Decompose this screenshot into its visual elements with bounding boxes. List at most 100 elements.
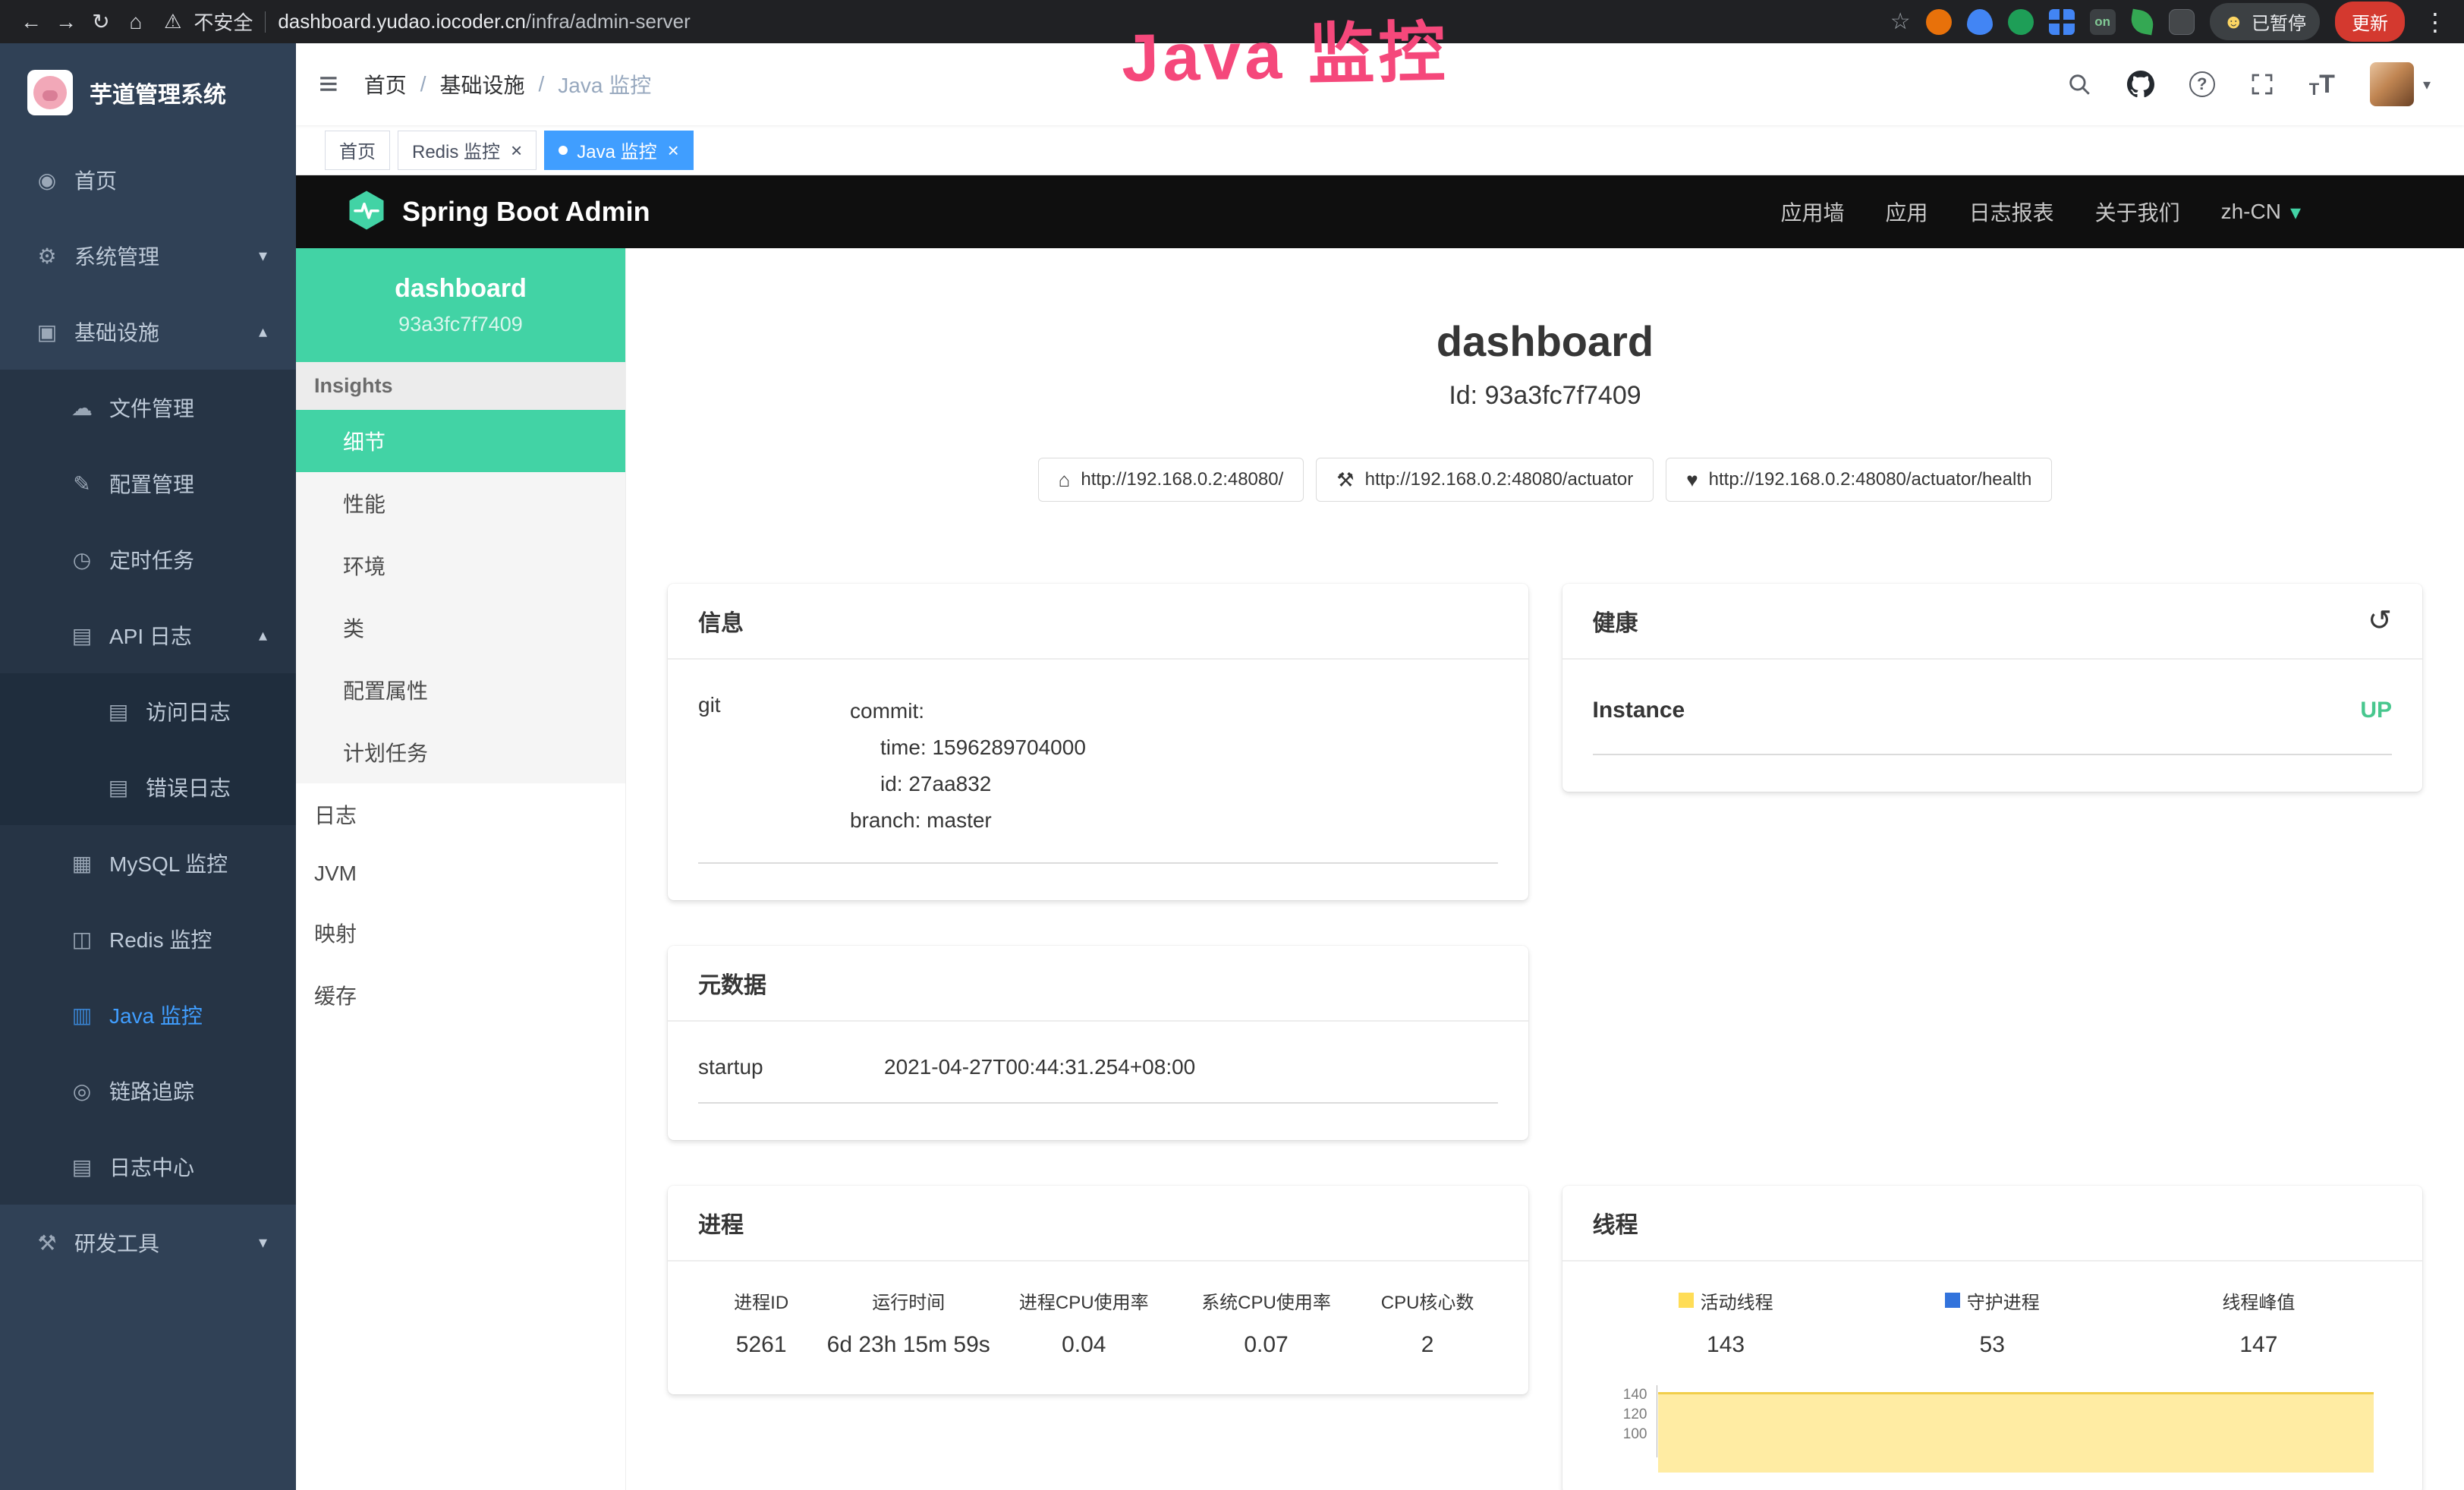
sba-menu-scheduled-tasks[interactable]: 计划任务 — [296, 721, 625, 783]
browser-home-button[interactable]: ⌂ — [118, 10, 153, 34]
pig-logo-icon — [33, 76, 67, 109]
sba-menu-jvm[interactable]: JVM — [296, 846, 625, 902]
address-divider — [265, 11, 266, 33]
cloud-icon: ☁ — [65, 395, 99, 421]
breadcrumb-infrastructure[interactable]: 基础设施 — [439, 69, 524, 99]
chevron-down-icon: ▾ — [259, 1233, 267, 1252]
extensions-puzzle-icon[interactable] — [2169, 9, 2195, 35]
help-icon[interactable]: ? — [2189, 71, 2215, 97]
app-window: 芋道管理系统 ◉ 首页 ⚙ 系统管理 ▾ ▣ 基础设施 ▴ ☁ 文件管理 ✎ — [0, 43, 2464, 1490]
font-size-icon[interactable]: TT — [2309, 70, 2335, 99]
sidebar-item-dev-tools[interactable]: ⚒ 研发工具 ▾ — [0, 1205, 296, 1281]
hamburger-icon[interactable]: ≡ — [319, 68, 338, 101]
sba-menu-logs[interactable]: 日志 — [296, 783, 625, 846]
paused-badge[interactable]: ☻ 已暂停 — [2210, 3, 2320, 40]
bookmark-star-icon[interactable]: ☆ — [1890, 8, 1911, 35]
sidebar-item-redis-monitor[interactable]: ◫ Redis 监控 — [0, 901, 296, 977]
sba-menu-details[interactable]: 细节 — [296, 410, 625, 472]
browser-menu-icon[interactable]: ⋮ — [2420, 8, 2450, 36]
browser-reload-button[interactable]: ↻ — [83, 9, 118, 34]
sidebar-item-access-logs[interactable]: ▤ 访问日志 — [0, 673, 296, 749]
sidebar-item-home[interactable]: ◉ 首页 — [0, 142, 296, 218]
browser-forward-button[interactable]: → — [49, 10, 83, 34]
avatar — [2370, 62, 2414, 106]
document-icon: ▤ — [102, 775, 135, 800]
metadata-card-title: 元数据 — [668, 946, 1528, 1022]
sba-menu-group-label: Insights — [296, 362, 625, 410]
sba-menu-metrics[interactable]: 性能 — [296, 472, 625, 534]
app-title: 芋道管理系统 — [90, 76, 226, 109]
sba-brand[interactable]: Spring Boot Admin — [402, 196, 650, 228]
instance-name: dashboard — [395, 274, 527, 304]
history-icon[interactable]: ↺ — [2368, 606, 2392, 635]
extension-icon-leaf[interactable] — [2129, 8, 2155, 35]
browser-update-button[interactable]: 更新 — [2335, 2, 2405, 42]
blue-legend-swatch — [1945, 1293, 1960, 1308]
instance-links: ⌂ http://192.168.0.2:48080/ ⚒ http://192… — [626, 458, 2464, 502]
metadata-card: 元数据 startup 2021-04-27T00:44:31.254+08:0… — [668, 946, 1528, 1140]
app-logo-row[interactable]: 芋道管理系统 — [0, 43, 296, 142]
extension-icon-green[interactable] — [2008, 9, 2034, 35]
page-subtitle: Id: 93a3fc7f7409 — [626, 381, 2464, 411]
tag-home[interactable]: 首页 — [325, 131, 390, 170]
sidebar-item-label: MySQL 监控 — [109, 848, 228, 878]
sba-nav: 应用墙 应用 日志报表 关于我们 zh-CN ▾ — [1781, 197, 2301, 227]
address-bar[interactable]: ⚠ 不安全 dashboard.yudao.iocoder.cn/infra/a… — [164, 8, 691, 36]
sidebar-item-file-manage[interactable]: ☁ 文件管理 — [0, 370, 296, 446]
sidebar-item-config-manage[interactable]: ✎ 配置管理 — [0, 446, 296, 521]
extension-icon-switch[interactable]: on — [2090, 9, 2116, 35]
sba-menu-mappings[interactable]: 映射 — [296, 902, 625, 964]
monitor-grid-icon: ▦ — [65, 851, 99, 876]
sidebar-item-java-monitor[interactable]: ▥ Java 监控 — [0, 977, 296, 1053]
sba-menu-config-props[interactable]: 配置属性 — [296, 659, 625, 721]
sba-nav-journal[interactable]: 日志报表 — [1969, 197, 2054, 227]
admin-menu: ◉ 首页 ⚙ 系统管理 ▾ ▣ 基础设施 ▴ ☁ 文件管理 ✎ 配置管理 — [0, 142, 296, 1281]
sidebar-item-log-center[interactable]: ▤ 日志中心 — [0, 1129, 296, 1205]
extension-icon-orange[interactable] — [1926, 9, 1952, 35]
extension-icon-droplet[interactable] — [1967, 9, 1993, 35]
app-logo — [27, 70, 73, 115]
sba-nav-applications[interactable]: 应用 — [1886, 197, 1928, 227]
service-url-button[interactable]: ⌂ http://192.168.0.2:48080/ — [1038, 458, 1304, 502]
tag-redis-monitor[interactable]: Redis 监控× — [398, 131, 537, 170]
health-url-button[interactable]: ♥ http://192.168.0.2:48080/actuator/heal… — [1666, 458, 2052, 502]
tools-icon: ⚒ — [30, 1230, 64, 1255]
sba-header: Spring Boot Admin 应用墙 应用 日志报表 关于我们 zh-CN… — [296, 175, 2464, 248]
sba-nav-wallboard[interactable]: 应用墙 — [1781, 197, 1845, 227]
sidebar-item-api-logs[interactable]: ▤ API 日志 ▴ — [0, 597, 296, 673]
sba-menu-caches[interactable]: 缓存 — [296, 964, 625, 1026]
info-card: 信息 git commit: time: 1596289704000 id: 2… — [668, 584, 1528, 900]
locale-selector[interactable]: zh-CN ▾ — [2221, 200, 2301, 225]
user-menu[interactable]: ▾ — [2370, 62, 2431, 106]
sidebar-item-label: 研发工具 — [74, 1227, 159, 1258]
sidebar-item-label: Java 监控 — [109, 1000, 203, 1030]
document-icon: ▤ — [65, 623, 99, 648]
sba-nav-about[interactable]: 关于我们 — [2095, 197, 2180, 227]
breadcrumb-separator: / — [539, 72, 545, 96]
sidebar-item-error-logs[interactable]: ▤ 错误日志 — [0, 749, 296, 825]
tag-java-monitor[interactable]: Java 监控× — [544, 131, 694, 170]
extension-icon-grid[interactable] — [2049, 9, 2075, 35]
actuator-url-button[interactable]: ⚒ http://192.168.0.2:48080/actuator — [1316, 458, 1654, 502]
sba-menu-environment[interactable]: 环境 — [296, 534, 625, 597]
cards-grid: 信息 git commit: time: 1596289704000 id: 2… — [626, 502, 2464, 1490]
sba-menu-classes[interactable]: 类 — [296, 597, 625, 659]
threads-chart: 140 120 100 — [1593, 1385, 2393, 1457]
sidebar-item-system-manage[interactable]: ⚙ 系统管理 ▾ — [0, 218, 296, 294]
browser-back-button[interactable]: ← — [14, 10, 49, 34]
sidebar-item-infrastructure[interactable]: ▣ 基础设施 ▴ — [0, 294, 296, 370]
search-icon[interactable] — [2066, 71, 2092, 97]
close-icon[interactable]: × — [511, 140, 522, 160]
sidebar-item-cron-jobs[interactable]: ◷ 定时任务 — [0, 521, 296, 597]
sidebar-item-trace[interactable]: ◎ 链路追踪 — [0, 1053, 296, 1129]
fullscreen-icon[interactable] — [2250, 72, 2274, 96]
instance-header[interactable]: dashboard 93a3fc7f7409 — [296, 248, 625, 362]
github-icon[interactable] — [2127, 71, 2154, 98]
threads-chart-plot — [1657, 1385, 2374, 1457]
close-icon[interactable]: × — [668, 140, 679, 160]
breadcrumb-home[interactable]: 首页 — [364, 69, 407, 99]
sidebar-item-mysql-monitor[interactable]: ▦ MySQL 监控 — [0, 825, 296, 901]
spring-boot-admin: Spring Boot Admin 应用墙 应用 日志报表 关于我们 zh-CN… — [296, 175, 2464, 1490]
security-warning-icon: ⚠ — [164, 10, 181, 33]
chevron-down-icon: ▾ — [2290, 200, 2301, 225]
